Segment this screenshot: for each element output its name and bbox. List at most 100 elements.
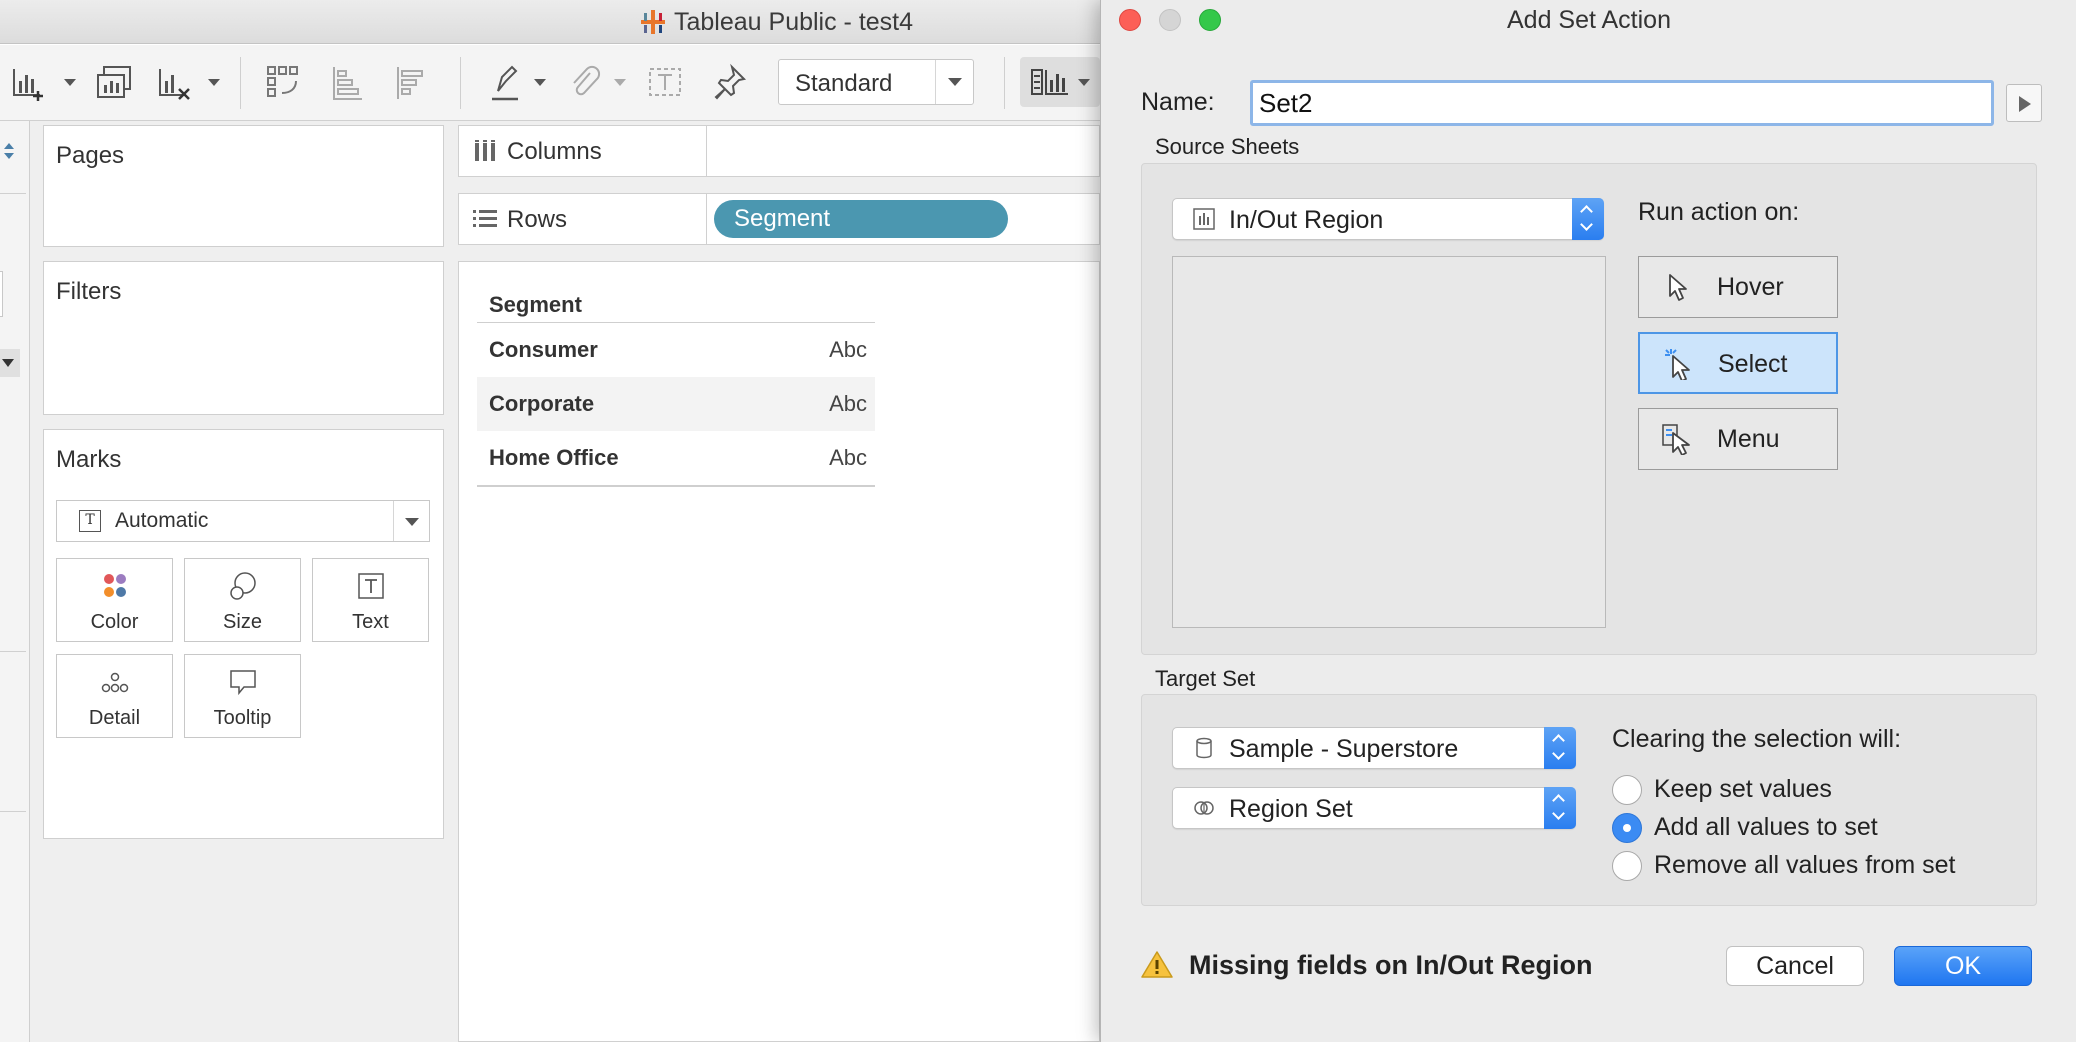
fit-select[interactable]: Standard bbox=[778, 59, 974, 105]
divider bbox=[0, 651, 26, 652]
rows-label: Rows bbox=[507, 206, 568, 233]
rows-shelf-header: Rows bbox=[459, 194, 707, 244]
color-button[interactable]: Color bbox=[56, 558, 173, 642]
chevron-down-icon[interactable] bbox=[208, 79, 220, 86]
radio-button-selected[interactable] bbox=[1612, 813, 1642, 843]
tooltip-button[interactable]: Tooltip bbox=[184, 654, 301, 738]
show-mark-labels-icon[interactable] bbox=[646, 63, 686, 103]
filters-shelf[interactable]: Filters bbox=[43, 261, 444, 415]
radio-button[interactable] bbox=[1612, 851, 1642, 881]
row-value: Abc bbox=[829, 391, 867, 416]
warning-message: Missing fields on In/Out Region bbox=[1189, 950, 1593, 980]
row-value: Abc bbox=[829, 337, 867, 362]
mark-type-value: Automatic bbox=[115, 509, 209, 532]
tooltip-icon bbox=[229, 670, 256, 696]
table-row[interactable]: Home Office Abc bbox=[477, 431, 875, 485]
columns-label: Columns bbox=[507, 138, 602, 165]
option-label: Add all values to set bbox=[1654, 813, 1878, 841]
table-row[interactable]: Consumer Abc bbox=[477, 323, 875, 377]
target-set-group: Sample - Superstore Region Set Clearing … bbox=[1141, 694, 2037, 906]
app-title: Tableau Public - test4 bbox=[674, 7, 914, 36]
size-label: Size bbox=[223, 611, 262, 633]
target-set-select[interactable]: Region Set bbox=[1172, 787, 1576, 829]
hover-button[interactable]: Hover bbox=[1638, 256, 1838, 318]
divider bbox=[0, 811, 26, 812]
pointer-icon bbox=[1669, 274, 1687, 301]
pages-shelf[interactable]: Pages bbox=[43, 125, 444, 247]
highlight-icon[interactable] bbox=[486, 63, 526, 103]
sort-arrows-icon[interactable] bbox=[2, 141, 16, 161]
show-me-button[interactable] bbox=[1020, 57, 1100, 107]
columns-shelf-header: Columns bbox=[459, 126, 707, 176]
columns-shelf[interactable]: Columns bbox=[458, 125, 1100, 177]
dialog-title: Add Set Action bbox=[1506, 6, 1671, 34]
warning-icon bbox=[1141, 951, 1173, 978]
duplicate-sheet-icon[interactable] bbox=[94, 63, 134, 103]
target-set-label: Target Set bbox=[1155, 666, 1256, 691]
detail-label: Detail bbox=[88, 707, 141, 729]
select-button[interactable]: Select bbox=[1638, 332, 1838, 394]
menu-pointer-icon bbox=[1662, 424, 1690, 455]
table-row[interactable]: Corporate Abc bbox=[477, 377, 875, 431]
divider bbox=[0, 193, 26, 194]
toolbar-divider bbox=[240, 57, 241, 109]
search-field-edge[interactable] bbox=[0, 271, 3, 317]
size-button[interactable]: Size bbox=[184, 558, 301, 642]
chevron-down-icon bbox=[1078, 79, 1090, 86]
columns-icon bbox=[475, 140, 495, 161]
source-sheets-group: In/Out Region Run action on: Hover Selec… bbox=[1141, 163, 2037, 655]
swap-rows-columns-icon[interactable] bbox=[264, 63, 304, 103]
option-label: Keep set values bbox=[1654, 775, 1832, 803]
mark-type-select[interactable]: T Automatic bbox=[56, 500, 430, 542]
fit-value: Standard bbox=[795, 70, 893, 97]
marks-card: Marks T Automatic Color Size Text Detail… bbox=[43, 429, 444, 839]
marks-title: Marks bbox=[56, 446, 122, 473]
cancel-button[interactable]: Cancel bbox=[1726, 946, 1864, 986]
ok-button[interactable]: OK bbox=[1894, 946, 2032, 986]
sort-ascending-icon[interactable] bbox=[328, 63, 368, 103]
show-me-icon bbox=[1031, 69, 1068, 95]
row-name: Corporate bbox=[489, 391, 595, 416]
rows-icon bbox=[473, 210, 497, 227]
source-sheet-list[interactable] bbox=[1172, 256, 1606, 628]
source-sheet-value: In/Out Region bbox=[1229, 206, 1384, 234]
group-members-icon[interactable] bbox=[564, 63, 604, 103]
rows-shelf[interactable]: Rows Segment bbox=[458, 193, 1100, 245]
size-icon bbox=[229, 572, 256, 600]
name-label: Name: bbox=[1141, 88, 1215, 116]
chevron-down-icon[interactable] bbox=[534, 79, 546, 86]
clear-sheet-icon[interactable] bbox=[154, 63, 194, 103]
clearing-label: Clearing the selection will: bbox=[1612, 725, 1902, 753]
toolbar-divider bbox=[1004, 57, 1005, 109]
segment-table: Consumer Abc Corporate Abc Home Office A… bbox=[477, 322, 875, 487]
radio-button[interactable] bbox=[1612, 775, 1642, 805]
target-set-value: Region Set bbox=[1229, 795, 1353, 823]
text-icon bbox=[357, 573, 384, 599]
select-label: Select bbox=[1718, 350, 1788, 378]
text-button[interactable]: Text bbox=[312, 558, 429, 642]
app-title-area: Tableau Public - test4 bbox=[0, 0, 1100, 44]
chevron-down-icon[interactable] bbox=[614, 79, 626, 86]
tooltip-label: Tooltip bbox=[213, 707, 272, 729]
detail-button[interactable]: Detail bbox=[56, 654, 173, 738]
menu-button[interactable]: Menu bbox=[1638, 408, 1838, 470]
name-input[interactable] bbox=[1250, 80, 1994, 126]
row-name: Home Office bbox=[489, 445, 619, 470]
color-icon bbox=[103, 574, 126, 597]
toolbar: Standard bbox=[0, 45, 1100, 121]
source-sheet-select[interactable]: In/Out Region bbox=[1172, 198, 1604, 240]
new-worksheet-icon[interactable] bbox=[8, 63, 48, 103]
chevron-down-icon bbox=[935, 60, 973, 104]
add-set-action-dialog: Add Set Action Name: Source Sheets In/Ou… bbox=[1100, 0, 2076, 1042]
text-mark-icon: T bbox=[79, 510, 101, 532]
chevron-down-icon[interactable] bbox=[64, 79, 76, 86]
sort-descending-icon[interactable] bbox=[392, 63, 432, 103]
data-source-select[interactable]: Sample - Superstore bbox=[1172, 727, 1576, 769]
dropdown-edge[interactable] bbox=[0, 349, 20, 377]
pin-icon[interactable] bbox=[710, 63, 750, 103]
row-value: Abc bbox=[829, 445, 867, 470]
segment-pill[interactable]: Segment bbox=[714, 200, 1008, 238]
stepper-icon bbox=[1572, 198, 1604, 240]
data-source-value: Sample - Superstore bbox=[1229, 735, 1459, 763]
insert-field-button[interactable] bbox=[2006, 84, 2042, 122]
